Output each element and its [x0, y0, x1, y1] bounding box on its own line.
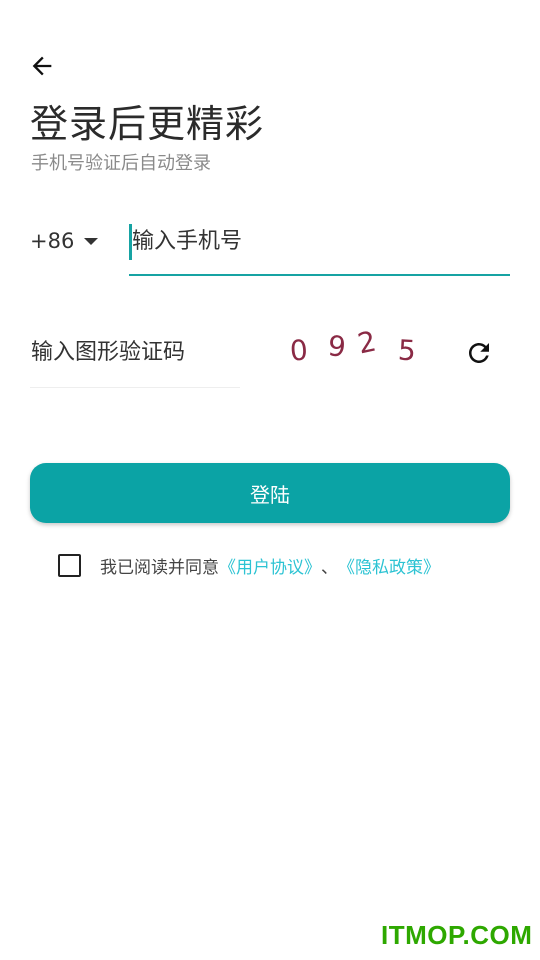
arrow-left-icon — [32, 56, 52, 76]
caret-down-icon — [84, 237, 99, 245]
watermark-logo: ITMOP.COM — [381, 920, 533, 950]
agreement-row: 我已阅读并同意 《用户协议》 、 《隐私政策》 — [58, 550, 440, 580]
privacy-policy-link[interactable]: 《隐私政策》 — [338, 553, 440, 578]
user-agreement-link[interactable]: 《用户协议》 — [219, 553, 321, 578]
refresh-icon — [469, 343, 489, 363]
phone-input-placeholder: 输入手机号 — [132, 229, 243, 254]
captcha-input-placeholder: 输入图形验证码 — [31, 340, 186, 365]
captcha-char: 9 — [326, 329, 348, 364]
captcha-char: 2 — [354, 324, 380, 361]
captcha-refresh-button[interactable] — [462, 336, 496, 370]
phone-input[interactable]: 输入手机号 — [129, 222, 510, 276]
agreement-checkbox[interactable] — [58, 553, 81, 577]
login-button[interactable]: 登陆 — [30, 463, 510, 523]
captcha-char: 0 — [288, 333, 309, 368]
country-code-selector[interactable]: +86 — [30, 222, 99, 260]
agreement-separator: 、 — [321, 557, 338, 578]
captcha-char: 5 — [397, 333, 417, 368]
agreement-prefix: 我已阅读并同意 — [100, 557, 219, 578]
country-code-label: +86 — [30, 229, 75, 253]
back-button[interactable] — [26, 50, 58, 82]
captcha-image[interactable]: 0 9 2 5 — [284, 324, 434, 376]
page-subtitle: 手机号验证后自动登录 — [31, 153, 211, 174]
page-title: 登录后更精彩 — [30, 102, 265, 146]
captcha-input[interactable]: 输入图形验证码 — [30, 330, 240, 388]
